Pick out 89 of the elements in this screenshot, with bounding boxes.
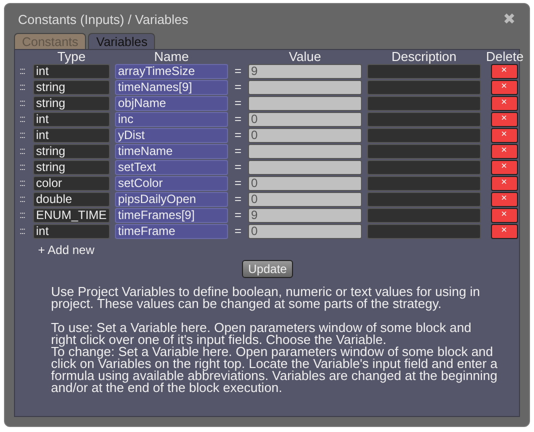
column-header: Description (390, 50, 458, 63)
type-field[interactable]: string (33, 144, 110, 158)
add-new-link[interactable]: + Add new (38, 243, 94, 257)
value-field[interactable]: 9 (248, 208, 362, 222)
delete-button[interactable]: × (490, 64, 518, 78)
name-field[interactable]: inc (115, 112, 228, 126)
delete-button[interactable]: × (490, 192, 518, 206)
description-field[interactable] (367, 80, 481, 94)
value-field[interactable]: 9 (248, 64, 362, 78)
drag-handle[interactable]: ::: (16, 226, 28, 236)
help-paragraph: To change: Set a Variable here. Open parameters window of some block and click on Variables on the right top. Locate the Variable's input field and enter a formula using available abbreviations. Variables are changed at the beginning and/or at the end of the block execution. (51, 346, 498, 394)
name-field[interactable]: timeFrame (115, 224, 228, 238)
column-header: Value (288, 50, 322, 63)
type-field[interactable]: int (33, 128, 110, 142)
delete-button[interactable]: × (490, 96, 518, 110)
value-field[interactable]: 0 (248, 176, 362, 190)
delete-button[interactable]: × (490, 128, 518, 142)
name-field[interactable]: timeNames[9] (115, 80, 228, 94)
equals-sign: = (233, 96, 242, 110)
type-field[interactable]: string (33, 80, 110, 94)
type-field[interactable]: ENUM_TIME (33, 208, 110, 222)
description-field[interactable] (367, 64, 481, 78)
value-field[interactable] (248, 144, 362, 158)
description-field[interactable] (367, 224, 481, 238)
value-field[interactable]: 0 (248, 112, 362, 126)
type-field[interactable]: color (33, 176, 110, 190)
equals-sign: = (233, 128, 242, 142)
drag-handle[interactable]: ::: (16, 162, 28, 172)
equals-sign: = (233, 160, 242, 174)
delete-button[interactable]: × (490, 176, 518, 190)
equals-sign: = (233, 208, 242, 222)
name-field[interactable]: timeFrames[9] (115, 208, 228, 222)
name-field[interactable]: timeName (115, 144, 228, 158)
help-paragraph: Use Project Variables to define boolean, numeric or text values for using in project. These values can be changed at some parts of the strategy. (51, 286, 481, 310)
equals-sign: = (233, 192, 242, 206)
update-button[interactable]: Update (242, 260, 293, 278)
type-field[interactable]: int (33, 112, 110, 126)
equals-sign: = (233, 80, 242, 94)
description-field[interactable] (367, 128, 481, 142)
drag-handle[interactable]: ::: (16, 210, 28, 220)
type-field[interactable]: string (33, 160, 110, 174)
window-title: Constants (Inputs) / Variables (17, 12, 188, 26)
drag-handle[interactable]: ::: (16, 130, 28, 140)
description-field[interactable] (367, 208, 481, 222)
drag-handle[interactable]: ::: (16, 194, 28, 204)
help-paragraph: To use: Set a Variable here. Open parameters window of some block and right click over one of it's input fields. Choose the Variable. (51, 322, 472, 346)
description-field[interactable] (367, 176, 481, 190)
delete-button[interactable]: × (490, 80, 518, 94)
value-field[interactable] (248, 160, 362, 174)
drag-handle[interactable]: ::: (16, 66, 28, 76)
drag-handle[interactable]: ::: (16, 82, 28, 92)
name-field[interactable]: objName (115, 96, 228, 110)
type-field[interactable]: string (33, 96, 110, 110)
column-header: Delete (486, 50, 522, 63)
value-field[interactable]: 0 (248, 224, 362, 238)
close-button[interactable]: ✖ (499, 10, 520, 28)
name-field[interactable]: arrayTimeSize (115, 64, 228, 78)
delete-button[interactable]: × (490, 144, 518, 158)
value-field[interactable] (248, 80, 362, 94)
name-field[interactable]: yDist (115, 128, 228, 142)
delete-button[interactable]: × (490, 160, 518, 174)
description-field[interactable] (367, 112, 481, 126)
description-field[interactable] (367, 144, 481, 158)
description-field[interactable] (367, 96, 481, 110)
type-field[interactable]: double (33, 192, 110, 206)
value-field[interactable]: 0 (248, 192, 362, 206)
delete-button[interactable]: × (490, 112, 518, 126)
value-field[interactable] (248, 96, 362, 110)
delete-button[interactable]: × (490, 208, 518, 222)
drag-handle[interactable]: ::: (16, 114, 28, 124)
name-field[interactable]: setText (115, 160, 228, 174)
name-field[interactable]: pipsDailyOpen (115, 192, 228, 206)
type-field[interactable]: int (33, 64, 110, 78)
equals-sign: = (233, 144, 242, 158)
drag-handle[interactable]: ::: (16, 98, 28, 108)
equals-sign: = (233, 112, 242, 126)
column-header: Name (153, 50, 190, 63)
description-field[interactable] (367, 192, 481, 206)
delete-button[interactable]: × (490, 224, 518, 238)
drag-handle[interactable]: ::: (16, 146, 28, 156)
equals-sign: = (233, 64, 242, 78)
drag-handle[interactable]: ::: (16, 178, 28, 188)
equals-sign: = (233, 224, 242, 238)
description-field[interactable] (367, 160, 481, 174)
value-field[interactable]: 0 (248, 128, 362, 142)
column-header: Type (56, 50, 87, 63)
equals-sign: = (233, 176, 242, 190)
name-field[interactable]: setColor (115, 176, 228, 190)
type-field[interactable]: int (33, 224, 110, 238)
